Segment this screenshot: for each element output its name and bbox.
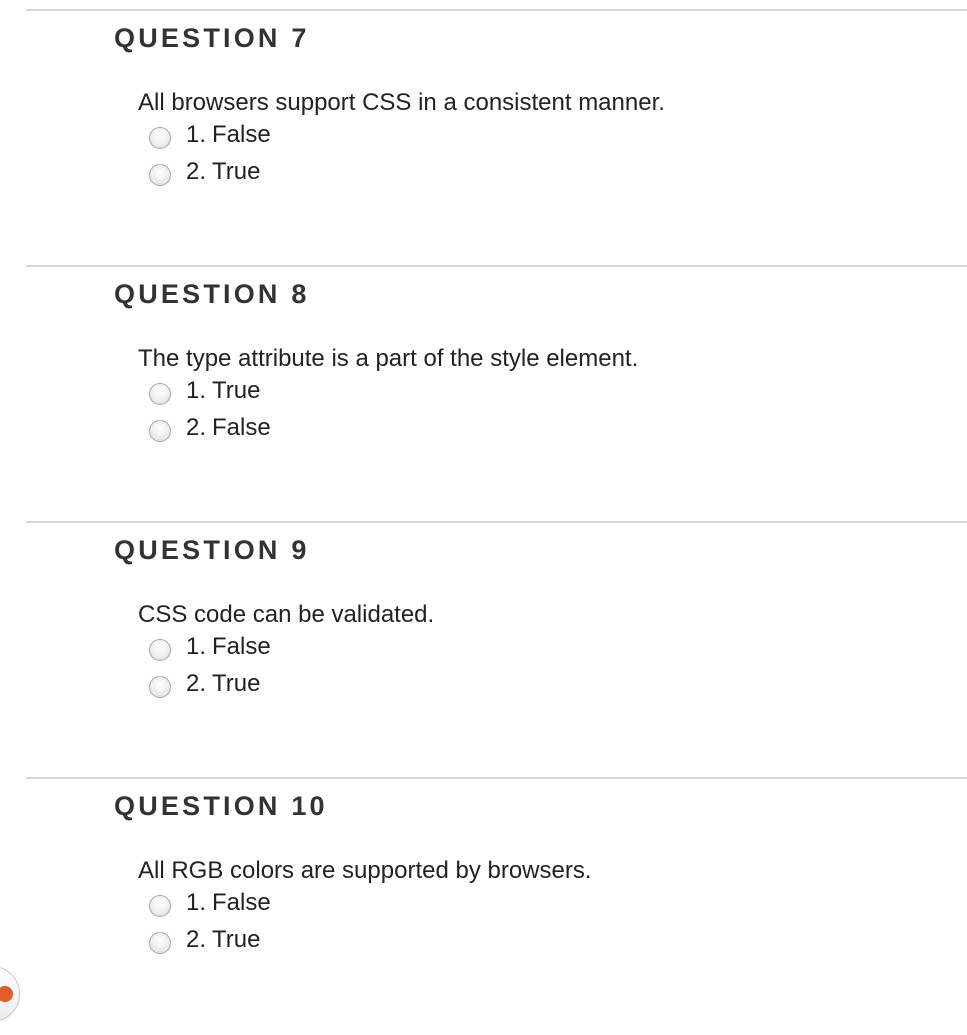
question-title: QUESTION 10 — [114, 791, 328, 821]
question-block-8: QUESTION 8 The type attribute is a part … — [26, 265, 967, 523]
question-block-10: QUESTION 10 All RGB colors are supported… — [26, 777, 967, 1035]
answer-option[interactable]: 1. False — [149, 631, 271, 663]
answer-option[interactable]: 2. True — [149, 924, 260, 956]
question-title: QUESTION 9 — [114, 535, 310, 565]
option-label: False — [212, 889, 271, 916]
option-label: True — [212, 377, 261, 404]
option-number: 2. — [186, 158, 207, 185]
radio-button[interactable] — [149, 420, 171, 442]
radio-button[interactable] — [149, 639, 171, 661]
answer-option[interactable]: 2. True — [149, 668, 260, 700]
radio-button[interactable] — [149, 895, 171, 917]
question-block-9: QUESTION 9 CSS code can be validated. 1.… — [26, 521, 967, 779]
question-title: QUESTION 8 — [114, 279, 310, 309]
option-label: False — [212, 414, 271, 441]
option-number: 1. — [186, 889, 207, 916]
question-block-7: QUESTION 7 All browsers support CSS in a… — [26, 9, 967, 267]
chevron-right-icon — [0, 986, 13, 1002]
radio-button[interactable] — [149, 932, 171, 954]
answer-option[interactable]: 2. True — [149, 156, 260, 188]
option-label: False — [212, 633, 271, 660]
answer-option[interactable]: 1. True — [149, 375, 260, 407]
radio-button[interactable] — [149, 383, 171, 405]
option-number: 1. — [186, 633, 207, 660]
radio-button[interactable] — [149, 676, 171, 698]
option-number: 1. — [186, 377, 207, 404]
question-text: All browsers support CSS in a consistent… — [138, 89, 665, 116]
question-text: The type attribute is a part of the styl… — [138, 345, 639, 372]
option-number: 1. — [186, 121, 207, 148]
answer-option[interactable]: 1. False — [149, 887, 271, 919]
answer-option[interactable]: 2. False — [149, 412, 271, 444]
next-question-button[interactable] — [0, 966, 20, 1022]
question-title: QUESTION 7 — [114, 23, 310, 53]
question-text: CSS code can be validated. — [138, 601, 435, 628]
option-label: True — [212, 158, 261, 185]
option-number: 2. — [186, 926, 207, 953]
option-number: 2. — [186, 670, 207, 697]
question-text: All RGB colors are supported by browsers… — [138, 857, 592, 884]
radio-button[interactable] — [149, 164, 171, 186]
radio-button[interactable] — [149, 127, 171, 149]
answer-option[interactable]: 1. False — [149, 119, 271, 151]
option-label: True — [212, 670, 261, 697]
option-label: True — [212, 926, 261, 953]
option-label: False — [212, 121, 271, 148]
option-number: 2. — [186, 414, 207, 441]
